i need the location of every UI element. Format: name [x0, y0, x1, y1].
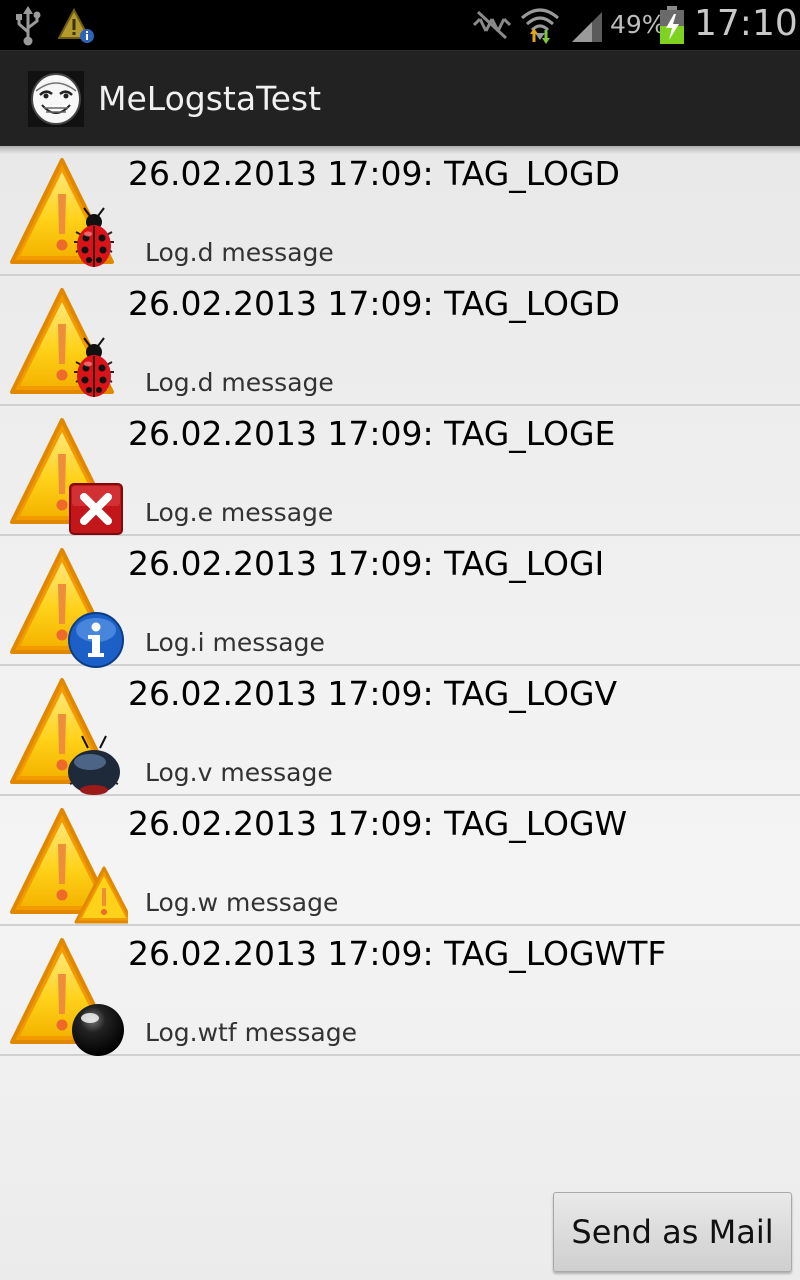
- app-title: MeLogstaTest: [98, 79, 322, 118]
- status-bar: 49% 17:10: [0, 0, 800, 50]
- debug-log-icon: [10, 288, 114, 397]
- log-list-item[interactable]: 26.02.2013 17:09: TAG_LOGW Log.w message: [0, 796, 800, 926]
- log-title: 26.02.2013 17:09: TAG_LOGWTF: [128, 934, 667, 973]
- log-message: Log.v message: [145, 758, 333, 787]
- log-list-item[interactable]: 26.02.2013 17:09: TAG_LOGD Log.d message: [0, 146, 800, 276]
- mute-icon: [472, 10, 512, 40]
- wifi-icon: [521, 8, 559, 44]
- log-message: Log.wtf message: [145, 1018, 357, 1047]
- log-list[interactable]: 26.02.2013 17:09: TAG_LOGD Log.d message: [0, 146, 800, 1056]
- send-as-mail-button[interactable]: Send as Mail: [553, 1192, 792, 1272]
- wtf-log-icon: [10, 938, 124, 1056]
- log-message: Log.d message: [145, 238, 334, 267]
- action-bar: MeLogstaTest: [0, 50, 800, 146]
- log-list-item[interactable]: 26.02.2013 17:09: TAG_LOGE Log.e message: [0, 406, 800, 536]
- log-list-item[interactable]: 26.02.2013 17:09: TAG_LOGV Log.v message: [0, 666, 800, 796]
- log-title: 26.02.2013 17:09: TAG_LOGD: [128, 154, 620, 193]
- log-title: 26.02.2013 17:09: TAG_LOGE: [128, 414, 616, 453]
- debug-log-icon: [10, 158, 114, 267]
- log-list-item[interactable]: 26.02.2013 17:09: TAG_LOGI Log.i message: [0, 536, 800, 668]
- warning-info-icon: [58, 8, 94, 43]
- log-message: Log.e message: [145, 498, 334, 527]
- verbose-log-icon: [10, 678, 120, 795]
- clock: 17:10: [694, 3, 798, 44]
- usb-icon: [16, 6, 41, 46]
- log-list-item[interactable]: 26.02.2013 17:09: TAG_LOGWTF Log.wtf mess…: [0, 926, 800, 1056]
- log-message: Log.w message: [145, 888, 339, 917]
- signal-icon: [572, 12, 602, 42]
- error-log-icon: [10, 418, 123, 535]
- trollface-app-icon[interactable]: [28, 71, 84, 127]
- warn-log-icon: [10, 808, 128, 924]
- battery-charging-icon: [660, 6, 684, 44]
- log-title: 26.02.2013 17:09: TAG_LOGV: [128, 674, 618, 713]
- log-message: Log.i message: [145, 628, 325, 657]
- log-title: 26.02.2013 17:09: TAG_LOGD: [128, 284, 620, 323]
- log-message: Log.d message: [145, 368, 334, 397]
- info-log-icon: [10, 548, 124, 668]
- log-title: 26.02.2013 17:09: TAG_LOGI: [128, 544, 605, 583]
- log-list-item[interactable]: 26.02.2013 17:09: TAG_LOGD Log.d message: [0, 276, 800, 406]
- log-title: 26.02.2013 17:09: TAG_LOGW: [128, 804, 628, 843]
